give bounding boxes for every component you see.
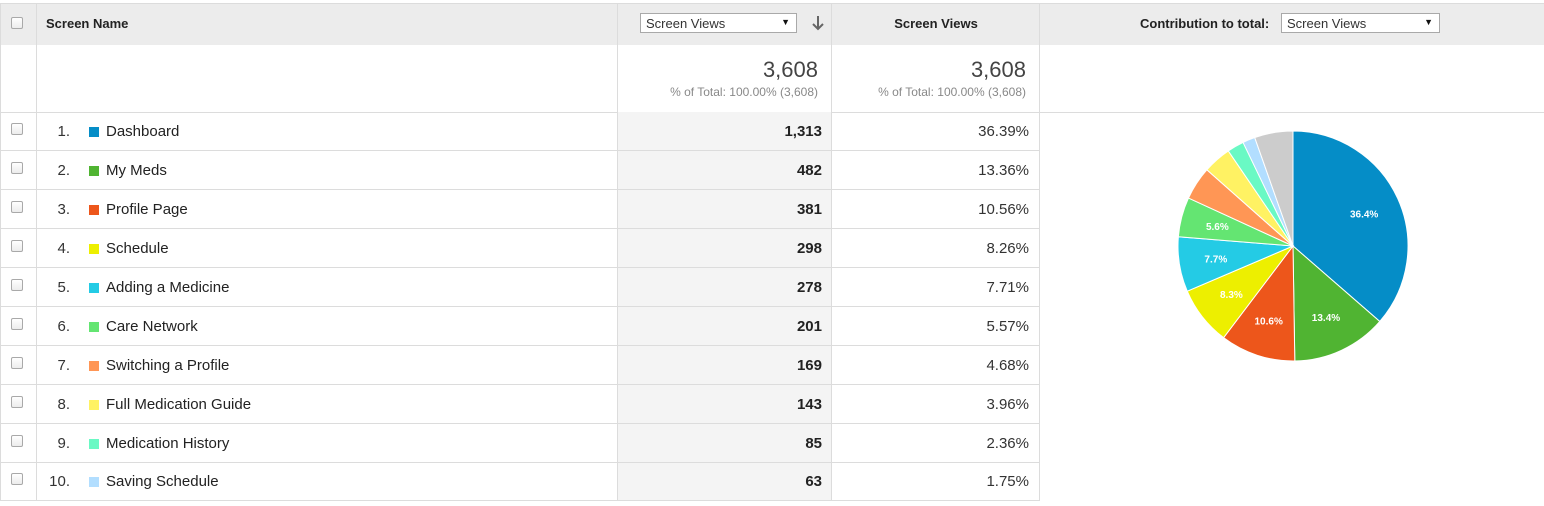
primary-metric-select[interactable]: Screen Views ▼ [640,13,797,33]
series-color-swatch [89,400,99,410]
screen-views-value: 169 [796,357,822,374]
table-row[interactable]: 5. Adding a Medicine 278 7.71% [0,268,1040,307]
screen-views-percent: 1.75% [986,473,1029,490]
row-checkbox[interactable] [11,357,23,369]
primary-total-value: 3,608 [762,57,818,82]
pie-slice-label: 8.3% [1220,290,1243,301]
series-color-swatch [89,322,99,332]
row-index: 5. [57,279,70,296]
screen-name-link[interactable]: Profile Page [106,201,188,218]
contribution-label: Contribution to total: [1140,16,1270,31]
screen-name-link[interactable]: Dashboard [106,123,179,140]
secondary-total-sub: % of Total: 100.00% (3,608) [878,85,1026,99]
secondary-metric-header[interactable]: Screen Views [832,3,1040,44]
series-color-swatch [89,127,99,137]
row-index: 7. [57,357,70,374]
table-row[interactable]: 10. Saving Schedule 63 1.75% [0,462,1040,501]
pie-slice-label: 10.6% [1255,316,1283,327]
row-checkbox[interactable] [11,435,23,447]
primary-total-sub: % of Total: 100.00% (3,608) [670,85,818,99]
row-checkbox[interactable] [11,318,23,330]
series-color-swatch [89,244,99,254]
table-row[interactable]: 6. Care Network 201 5.57% [0,307,1040,346]
table-row[interactable]: 4. Schedule 298 8.26% [0,229,1040,268]
series-color-swatch [89,477,99,487]
contribution-select-value: Screen Views [1287,15,1367,31]
pie-svg: 36.4% 13.4% 10.6% 8.3% 7.7% 5.6% [1177,130,1409,362]
screen-views-percent: 4.68% [986,357,1029,374]
screen-name-link[interactable]: Saving Schedule [106,473,219,490]
series-color-swatch [89,283,99,293]
row-index: 3. [57,201,70,218]
contribution-metric-select[interactable]: Screen Views ▼ [1281,13,1440,33]
screen-name-link[interactable]: Full Medication Guide [106,396,251,413]
screen-report-table: Screen Name Screen Views ▼ Screen Views … [0,0,1544,501]
screen-name-link[interactable]: Care Network [106,318,198,335]
table-row[interactable]: 7. Switching a Profile 169 4.68% [0,346,1040,385]
table-row[interactable]: 8. Full Medication Guide 143 3.96% [0,385,1040,424]
row-index: 4. [57,240,70,257]
row-checkbox[interactable] [11,201,23,213]
pie-slice-label: 7.7% [1204,255,1227,266]
row-checkbox[interactable] [11,123,23,135]
select-all-checkbox[interactable] [11,17,23,29]
table-row[interactable]: 3. Profile Page 381 10.56% [0,190,1040,229]
pie-slice-label: 5.6% [1206,222,1229,233]
dropdown-arrow-icon: ▼ [781,17,790,27]
screen-name-link[interactable]: Medication History [106,435,229,452]
row-checkbox[interactable] [11,162,23,174]
screen-views-percent: 2.36% [986,435,1029,452]
row-index: 8. [57,396,70,413]
screen-name-link[interactable]: Schedule [106,240,169,257]
screen-views-percent: 10.56% [978,201,1029,218]
screen-views-value: 85 [805,435,822,452]
primary-metric-select-value: Screen Views [646,15,726,31]
screen-views-value: 63 [805,473,822,490]
series-color-swatch [89,205,99,215]
row-index: 2. [57,162,70,179]
screen-views-value: 278 [796,279,822,296]
screen-views-percent: 8.26% [986,240,1029,257]
screen-name-link[interactable]: My Meds [106,162,167,179]
screen-views-percent: 7.71% [986,279,1029,296]
table-row[interactable]: 2. My Meds 482 13.36% [0,151,1040,190]
table-row[interactable]: 9. Medication History 85 2.36% [0,424,1040,463]
row-index: 9. [57,435,70,452]
screen-views-value: 1,313 [784,123,822,140]
screen-name-header[interactable]: Screen Name [46,3,128,44]
contribution-pie-chart: 36.4% 13.4% 10.6% 8.3% 7.7% 5.6% [1040,112,1544,501]
screen-views-percent: 3.96% [986,396,1029,413]
series-color-swatch [89,166,99,176]
screen-views-value: 482 [796,162,822,179]
screen-views-percent: 36.39% [978,123,1029,140]
table-row[interactable]: 1. Dashboard 1,313 36.39% [0,112,1040,151]
totals-row: 3,608 % of Total: 100.00% (3,608) 3,608 … [0,44,1544,113]
series-color-swatch [89,361,99,371]
pie-slice-label: 36.4% [1350,210,1378,221]
screen-views-value: 143 [796,396,822,413]
screen-views-percent: 13.36% [978,162,1029,179]
secondary-total-value: 3,608 [970,57,1026,82]
screen-views-value: 381 [796,201,822,218]
row-checkbox[interactable] [11,396,23,408]
dropdown-arrow-icon: ▼ [1424,17,1433,27]
screen-name-link[interactable]: Switching a Profile [106,357,229,374]
pie-slice-label: 13.4% [1312,313,1340,324]
row-checkbox[interactable] [11,279,23,291]
row-checkbox[interactable] [11,473,23,485]
screen-views-value: 201 [796,318,822,335]
sort-descending-icon[interactable] [810,14,826,32]
row-index: 6. [57,318,70,335]
row-index: 1. [57,123,70,140]
screen-views-value: 298 [796,240,822,257]
screen-name-link[interactable]: Adding a Medicine [106,279,229,296]
screen-views-percent: 5.57% [986,318,1029,335]
row-checkbox[interactable] [11,240,23,252]
row-index: 10. [49,473,70,490]
series-color-swatch [89,439,99,449]
